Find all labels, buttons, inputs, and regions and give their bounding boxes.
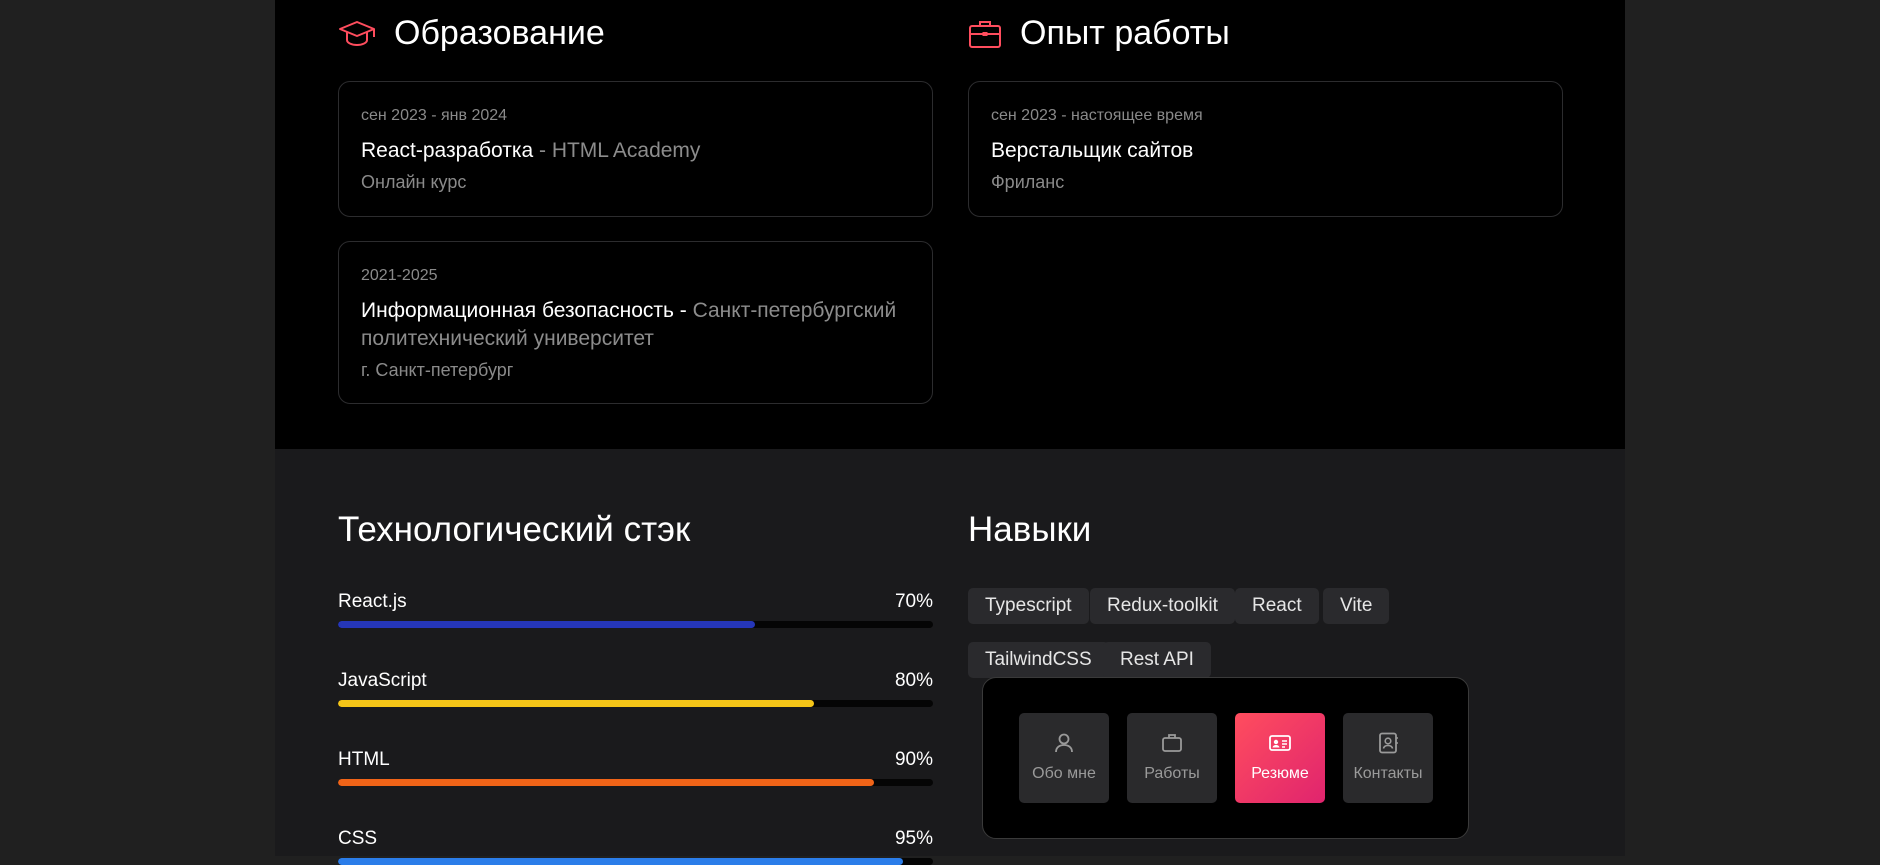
education-card: 2021-2025 Информационная безопасность - … <box>338 241 933 404</box>
stack-item-percent: 95% <box>894 828 933 849</box>
stack-item-percent: 70% <box>894 591 933 612</box>
bottom-dock-nav: Обо мне Работы Резюме Контакты <box>982 677 1469 839</box>
experience-title: Опыт работы <box>1020 14 1230 52</box>
stack-item-name: React.js <box>338 591 407 612</box>
education-date: сен 2023 - янв 2024 <box>361 107 508 124</box>
progress-track <box>338 700 933 707</box>
dock-resume-button[interactable]: Резюме <box>1235 713 1325 803</box>
experience-card: сен 2023 - настоящее время Верстальщик с… <box>968 81 1563 217</box>
user-icon <box>1052 731 1076 755</box>
skills-title: Навыки <box>968 510 1092 549</box>
skill-tag: Vite <box>1323 588 1390 624</box>
progress-fill <box>338 858 904 865</box>
education-org: - HTML Academy <box>533 139 701 162</box>
briefcase-icon <box>1160 731 1184 755</box>
dock-works-button[interactable]: Работы <box>1127 713 1217 803</box>
experience-role: Верстальщик сайтов <box>991 139 1194 162</box>
stack-item-name: CSS <box>338 828 378 849</box>
progress-track <box>338 621 933 628</box>
skill-tag: Rest API <box>1103 642 1211 678</box>
dock-label: Работы <box>1144 765 1200 782</box>
dock-contacts-button[interactable]: Контакты <box>1343 713 1433 803</box>
skill-tag: Typescript <box>968 588 1089 624</box>
stack-item-name: JavaScript <box>338 670 427 691</box>
skill-tag: React <box>1235 588 1319 624</box>
education-location: г. Санкт-петербург <box>361 360 514 380</box>
briefcase-icon <box>968 19 1002 49</box>
stack-title: Технологический стэк <box>338 510 691 549</box>
education-title-line: Информационная безопасность - Санкт-пете… <box>361 297 910 353</box>
dock-label: Резюме <box>1251 765 1309 782</box>
graduation-cap-icon <box>338 19 376 49</box>
education-type: Онлайн курс <box>361 172 467 192</box>
progress-fill <box>338 621 755 628</box>
dock-label: Обо мне <box>1032 765 1096 782</box>
education-date: 2021-2025 <box>361 267 438 284</box>
contact-book-icon <box>1376 731 1400 755</box>
experience-type: Фриланс <box>991 172 1065 192</box>
skill-tag: TailwindCSS <box>968 642 1109 678</box>
progress-track <box>338 858 933 865</box>
dock-label: Контакты <box>1353 765 1423 782</box>
resume-section: Образование Опыт работы сен 2023 - янв 2… <box>275 0 1625 449</box>
skill-tag: Redux-toolkit <box>1090 588 1235 624</box>
education-heading: Образование <box>338 14 605 53</box>
progress-fill <box>338 700 814 707</box>
education-title: Образование <box>394 14 605 52</box>
education-card: сен 2023 - янв 2024 React-разработка - H… <box>338 81 933 217</box>
stack-item-percent: 90% <box>894 749 933 770</box>
progress-track <box>338 779 933 786</box>
experience-date: сен 2023 - настоящее время <box>991 107 1203 124</box>
id-card-icon <box>1268 731 1292 755</box>
education-title-line: React-разработка - HTML Academy <box>361 137 910 165</box>
dock-about-button[interactable]: Обо мне <box>1019 713 1109 803</box>
stack-item-percent: 80% <box>894 670 933 691</box>
education-course: React-разработка <box>361 139 534 162</box>
progress-fill <box>338 779 874 786</box>
stack-item-name: HTML <box>338 749 390 770</box>
education-course: Информационная безопасность - <box>361 299 693 322</box>
experience-heading: Опыт работы <box>968 14 1230 53</box>
page: Образование Опыт работы сен 2023 - янв 2… <box>275 0 1625 865</box>
